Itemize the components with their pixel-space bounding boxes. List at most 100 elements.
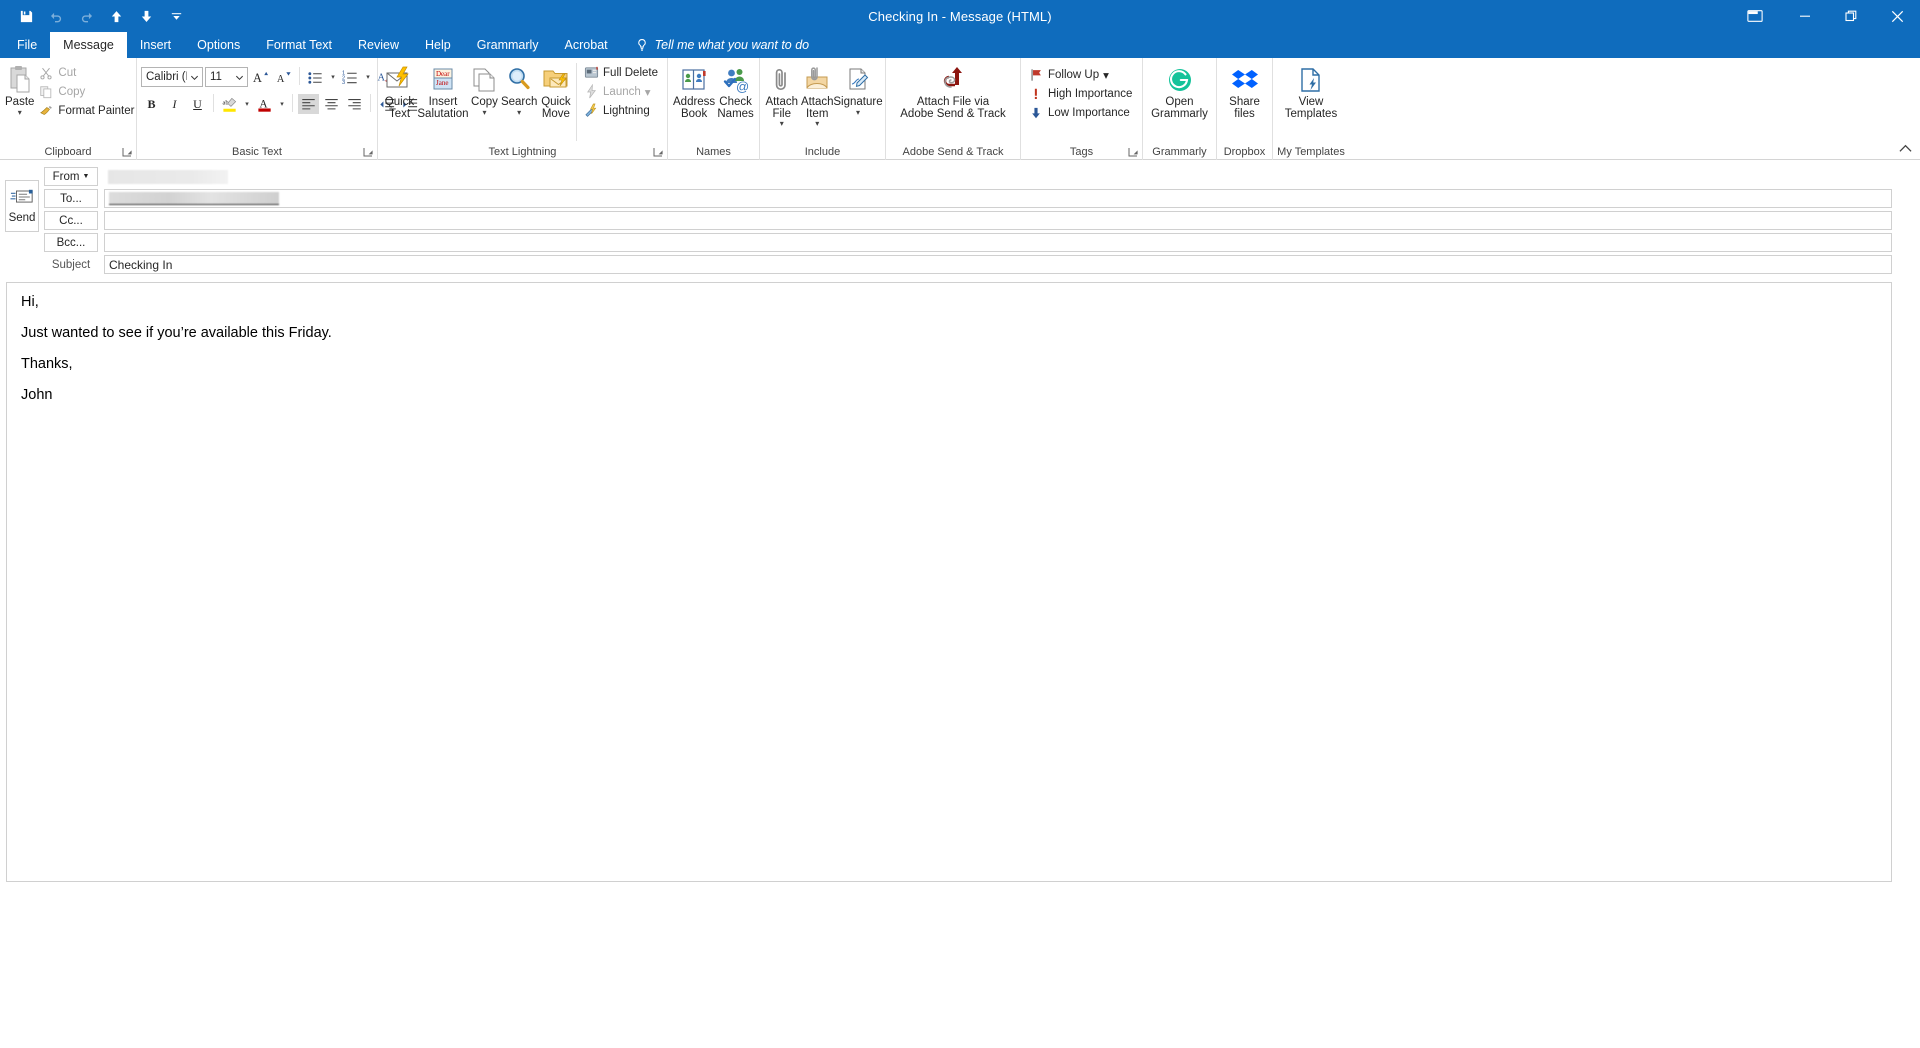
open-grammarly-button[interactable]: Open Grammarly [1150,61,1210,120]
from-input[interactable] [104,167,1892,186]
to-input[interactable] [104,189,1892,208]
font-size-combo[interactable]: 11 [205,67,248,87]
subject-input[interactable]: Checking In [104,255,1892,274]
redo-icon[interactable] [72,3,100,29]
bcc-row: Bcc... [44,232,1892,253]
to-row: To... [44,188,1892,209]
low-importance-icon [1028,105,1044,121]
tell-me-label: Tell me what you want to do [654,38,810,52]
launch-button[interactable]: Launch ▾ [580,82,663,101]
send-button[interactable]: Send [5,180,39,232]
address-book-label: Address Book [673,96,716,120]
align-center-icon[interactable] [321,94,342,114]
cc-input[interactable] [104,211,1892,230]
clipboard-dialog-launcher[interactable] [122,147,133,158]
tab-help[interactable]: Help [412,32,464,58]
numbering-dropdown-caret[interactable]: ▾ [363,67,373,87]
search-button[interactable]: Search ▾ [500,61,538,116]
align-right-icon[interactable] [344,94,365,114]
collapse-ribbon-button[interactable] [1899,144,1912,156]
full-delete-label: Full Delete [603,66,658,79]
undo-icon[interactable] [42,3,70,29]
copy-pages-dropdown-caret[interactable]: ▾ [482,108,486,116]
lightning-button[interactable]: Lightning [580,101,663,120]
attach-file-dropdown-caret[interactable]: ▾ [780,120,784,128]
to-redacted-value [109,192,279,205]
save-icon[interactable] [12,3,40,29]
format-painter-button[interactable]: Format Painter [35,101,139,120]
from-button[interactable]: From ▼ [44,167,98,186]
tab-format-text[interactable]: Format Text [253,32,345,58]
attach-item-button[interactable]: Attach Item ▾ [800,61,836,128]
shrink-font-icon[interactable]: A [273,67,294,87]
launch-dropdown-caret[interactable]: ▾ [645,85,651,99]
signature-button[interactable]: Signature ▾ [833,61,883,116]
minimize-button[interactable] [1782,0,1828,32]
search-dropdown-caret[interactable]: ▾ [517,108,521,116]
next-item-icon[interactable] [132,3,160,29]
paste-dropdown-caret[interactable]: ▾ [18,108,22,116]
address-book-button[interactable]: Address Book [672,61,716,120]
subject-value: Checking In [109,257,173,272]
tab-acrobat[interactable]: Acrobat [552,32,621,58]
to-button[interactable]: To... [44,189,98,208]
insert-salutation-button[interactable]: Dear Jane Insert Salutation [417,61,469,120]
paste-button[interactable]: Paste ▾ [4,61,35,116]
share-files-button[interactable]: Share files [1221,61,1268,120]
full-delete-button[interactable]: Full Delete [580,63,663,82]
close-button[interactable] [1874,0,1920,32]
italic-icon[interactable]: I [164,94,185,114]
body-line: Hi, [21,294,39,310]
restore-button[interactable] [1828,0,1874,32]
bcc-button[interactable]: Bcc... [44,233,98,252]
font-name-combo[interactable]: Calibri (B [141,67,203,87]
font-color-icon[interactable]: A [254,94,275,114]
tab-review[interactable]: Review [345,32,412,58]
cc-label: Cc... [59,214,83,227]
tab-insert[interactable]: Insert [127,32,184,58]
tell-me-search[interactable]: Tell me what you want to do [621,32,820,58]
bullets-icon[interactable] [305,67,326,87]
underline-icon[interactable]: U [187,94,208,114]
numbering-icon[interactable]: 123 [340,67,361,87]
signature-dropdown-caret[interactable]: ▾ [856,108,860,116]
attach-item-dropdown-caret[interactable]: ▾ [815,120,819,128]
send-column: Send [0,166,44,276]
bullets-dropdown-caret[interactable]: ▾ [328,67,338,87]
grow-font-icon[interactable]: A [250,67,271,87]
group-label-names: Names [696,146,731,158]
tab-message[interactable]: Message [50,32,127,58]
check-names-button[interactable]: @ Check Names [716,61,755,120]
low-importance-button[interactable]: Low Importance [1025,103,1137,122]
bcc-input[interactable] [104,233,1892,252]
tab-file[interactable]: File [4,32,50,58]
bold-icon[interactable]: B [141,94,162,114]
copy-button[interactable]: Copy [35,82,139,101]
send-label: Send [8,212,36,224]
quick-move-button[interactable]: Quick Move [538,61,573,120]
view-templates-button[interactable]: View Templates [1281,61,1341,120]
attach-file-adobe-send-track-button[interactable]: Attach File via Adobe Send & Track [890,61,1016,120]
tab-grammarly[interactable]: Grammarly [464,32,552,58]
align-left-icon[interactable] [298,94,319,114]
text-lightning-dialog-launcher[interactable] [653,147,664,158]
follow-up-dropdown-caret[interactable]: ▾ [1103,68,1109,82]
high-importance-button[interactable]: High Importance [1025,84,1137,103]
follow-up-button[interactable]: Follow Up ▾ [1025,65,1137,84]
highlight-dropdown-caret[interactable]: ▾ [242,94,252,114]
tags-dialog-launcher[interactable] [1128,147,1139,158]
message-body[interactable]: Hi, Just wanted to see if you’re availab… [6,282,1892,882]
text-highlight-color-icon[interactable]: ab [219,94,240,114]
quick-text-button[interactable]: Quick Text [382,61,417,120]
from-row: From ▼ [44,166,1892,187]
font-color-dropdown-caret[interactable]: ▾ [277,94,287,114]
attach-file-button[interactable]: Attach File ▾ [764,61,800,128]
previous-item-icon[interactable] [102,3,130,29]
customize-quick-access-toolbar-icon[interactable] [162,3,190,29]
ribbon-display-options-button[interactable] [1728,0,1782,32]
basic-text-dialog-launcher[interactable] [363,147,374,158]
cut-button[interactable]: Cut [35,63,139,82]
tab-options[interactable]: Options [184,32,253,58]
cc-button[interactable]: Cc... [44,211,98,230]
copy-pages-button[interactable]: Copy ▾ [469,61,500,116]
